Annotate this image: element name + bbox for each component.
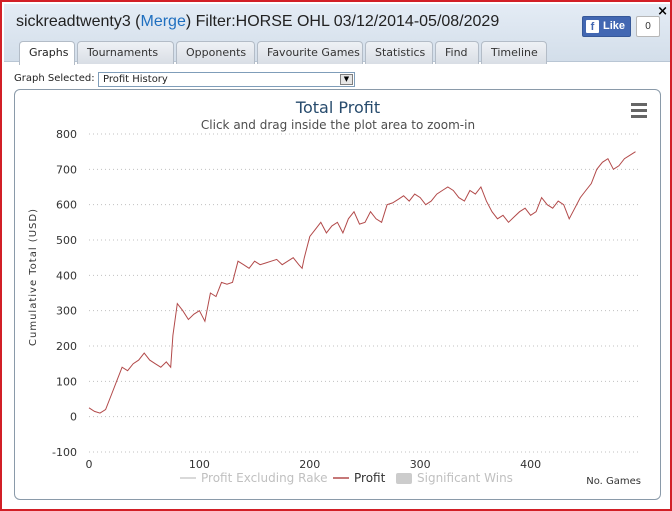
legend-item-profit-excluding-rake[interactable]: Profit Excluding Rake: [201, 471, 327, 485]
tab-tournaments[interactable]: Tournaments: [77, 41, 174, 64]
chart-container: Total Profit Click and drag inside the p…: [14, 89, 661, 500]
chart-svg[interactable]: Total Profit Click and drag inside the p…: [15, 90, 660, 499]
y-tick-label: 0: [70, 411, 77, 424]
series-line-profit: [88, 151, 636, 414]
legend-item-significant-wins[interactable]: Significant Wins: [417, 471, 513, 485]
x-tick-label: 400: [520, 458, 541, 471]
filter-text: Filter:HORSE OHL 03/12/2014-05/08/2029: [195, 13, 500, 30]
x-tick-label: 300: [410, 458, 431, 471]
grid-lines: [89, 133, 641, 453]
tab-favourite-games[interactable]: Favourite Games: [257, 41, 363, 64]
legend-item-profit[interactable]: Profit: [354, 471, 386, 485]
like-count: 0: [636, 16, 660, 37]
y-axis-label: Cumulative Total (USD): [28, 208, 39, 346]
tab-find[interactable]: Find: [435, 41, 479, 64]
y-tick-label: 400: [56, 269, 77, 282]
chart-legend: Profit Excluding Rake Profit Significant W…: [180, 471, 513, 485]
graph-select-value: Profit History: [103, 74, 168, 85]
y-tick-label: 600: [56, 199, 77, 212]
window-header: sickreadtwenty3 (Merge) Filter:HORSE OHL…: [4, 4, 670, 65]
player-name: sickreadtwenty3: [16, 13, 131, 30]
chart-subtitle: Click and drag inside the plot area to z…: [201, 118, 475, 132]
y-tick-label: 200: [56, 340, 77, 353]
paren-close: ): [185, 13, 192, 30]
graph-select-dropdown[interactable]: Profit History ▼: [98, 72, 355, 87]
legend-marker: [396, 473, 412, 484]
y-tick-label: 300: [56, 305, 77, 318]
merge-link[interactable]: Merge: [141, 13, 186, 30]
facebook-like-button[interactable]: f Like: [582, 16, 631, 37]
x-axis-ticks: 0 100 200 300 400: [86, 458, 542, 471]
chart-title: Total Profit: [295, 98, 380, 117]
tab-statistics[interactable]: Statistics: [365, 41, 433, 64]
x-tick-label: 0: [86, 458, 93, 471]
y-axis-ticks: -100 0 100 200 300 400 500 600 700 800: [52, 128, 77, 459]
graph-select-label: Graph Selected:: [14, 73, 95, 84]
y-tick-label: 700: [56, 163, 77, 176]
facebook-icon: f: [586, 20, 599, 33]
y-tick-label: -100: [52, 446, 77, 459]
chart-menu-icon[interactable]: [631, 103, 647, 118]
tab-graphs[interactable]: Graphs: [19, 41, 75, 65]
tab-timeline[interactable]: Timeline: [481, 41, 547, 64]
like-label: Like: [603, 20, 626, 32]
window-frame: sickreadtwenty3 (Merge) Filter:HORSE OHL…: [0, 0, 672, 511]
window-title: sickreadtwenty3 (Merge) Filter:HORSE OHL…: [16, 13, 499, 31]
x-tick-label: 200: [299, 458, 320, 471]
x-axis-label: No. Games: [586, 476, 641, 487]
dropdown-arrow-icon[interactable]: ▼: [340, 74, 353, 85]
y-tick-label: 500: [56, 234, 77, 247]
x-tick-label: 100: [189, 458, 210, 471]
tab-opponents[interactable]: Opponents: [176, 41, 255, 64]
y-tick-label: 100: [56, 375, 77, 388]
y-tick-label: 800: [56, 128, 77, 141]
series-layer: [88, 151, 636, 414]
